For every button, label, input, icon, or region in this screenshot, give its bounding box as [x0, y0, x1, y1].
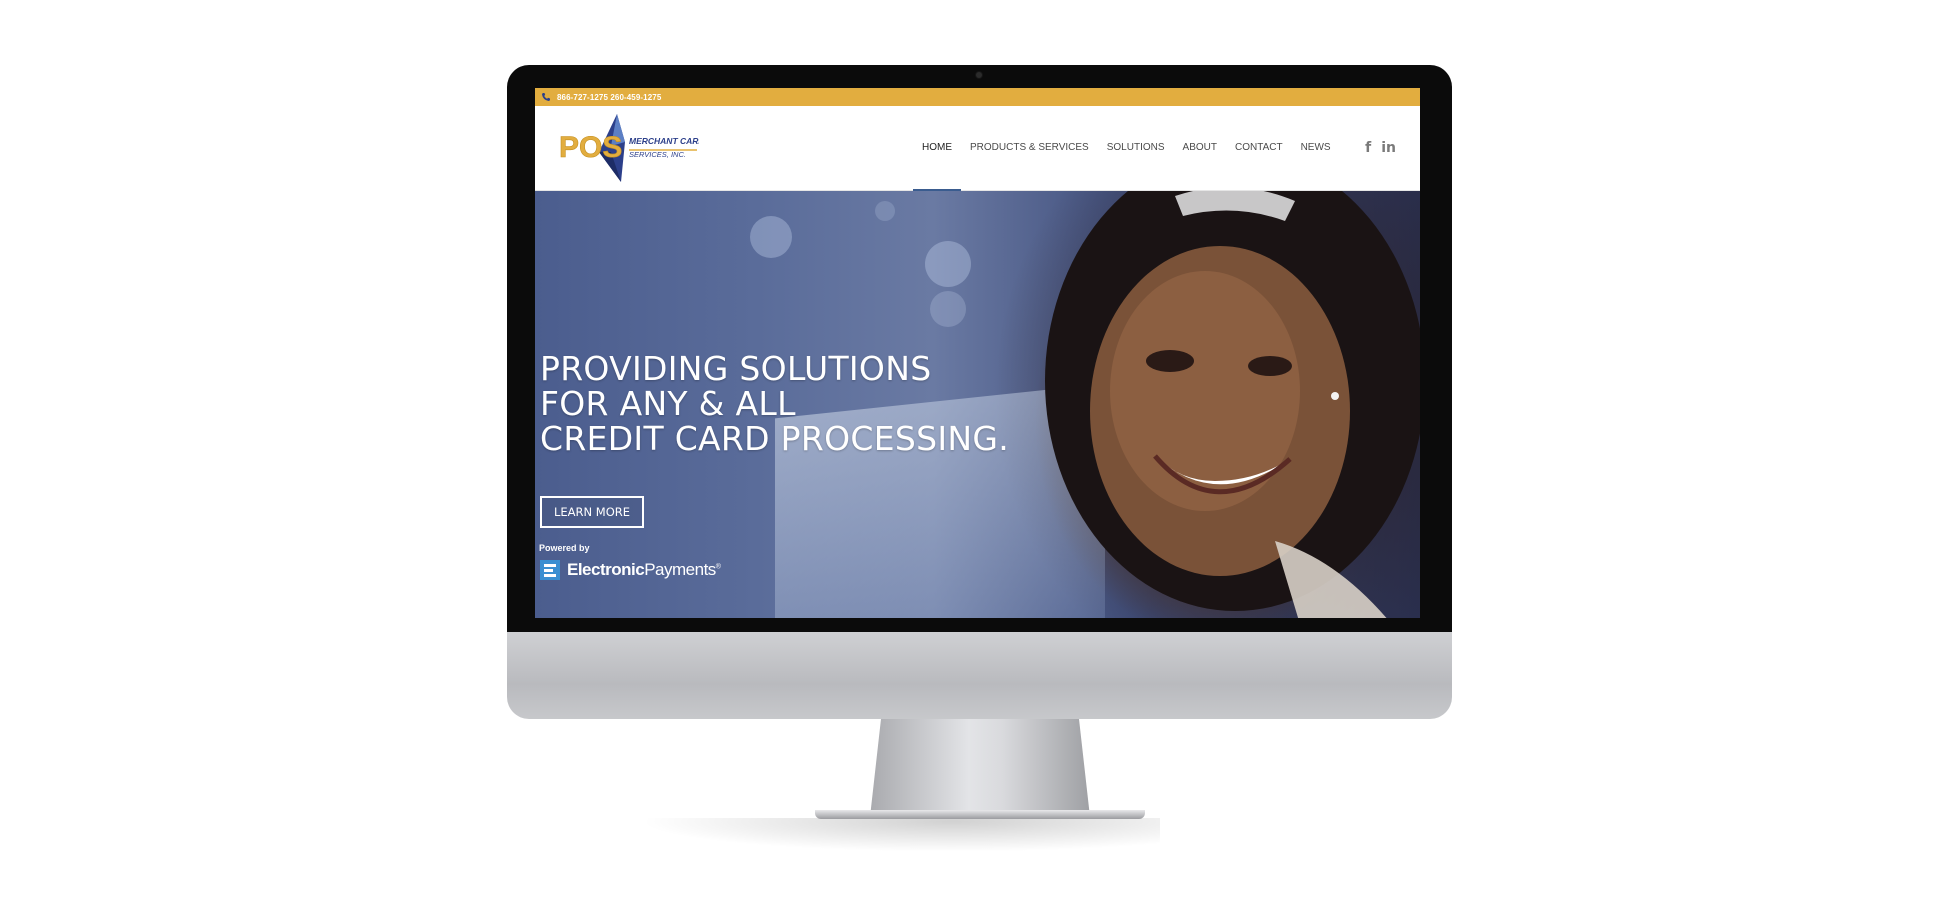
electronic-payments-icon: [540, 560, 560, 580]
stand-shadow: [640, 818, 1160, 852]
bokeh-light: [930, 291, 966, 327]
electronic-payments-text: ElectronicPayments®: [567, 560, 721, 580]
site-header: POS MERCHANT CARD SERVICES, INC. HOME PR…: [535, 106, 1420, 191]
phone-numbers[interactable]: 866-727-1275 260-459-1275: [557, 93, 661, 102]
hero-title: PROVIDING SOLUTIONS FOR ANY & ALL CREDIT…: [540, 351, 1009, 456]
main-nav: HOME PRODUCTS & SERVICES SOLUTIONS ABOUT…: [913, 106, 1340, 191]
logo-line2: SERVICES, INC.: [629, 150, 686, 159]
bokeh-light: [750, 216, 792, 258]
hero-title-line: CREDIT CARD PROCESSING.: [540, 419, 1010, 458]
social-links: f in: [1365, 106, 1396, 190]
ep-bold: Electronic: [567, 560, 645, 579]
monitor-foot: [815, 810, 1145, 819]
monitor-stand: [870, 719, 1090, 817]
pos-logo[interactable]: POS MERCHANT CARD SERVICES, INC.: [559, 112, 705, 184]
camera-dot: [976, 72, 982, 78]
logo-mark: POS: [559, 131, 622, 164]
monitor-chin: [507, 632, 1452, 719]
electronic-payments-logo[interactable]: ElectronicPayments®: [539, 559, 721, 581]
ep-light: Payments: [644, 560, 716, 579]
powered-by-label: Powered by: [539, 543, 590, 553]
hero-banner: PROVIDING SOLUTIONS FOR ANY & ALL CREDIT…: [535, 191, 1420, 618]
linkedin-icon[interactable]: in: [1381, 140, 1396, 156]
phone-icon: [541, 92, 551, 102]
hero-title-line: FOR ANY & ALL: [540, 384, 796, 423]
logo-line1: MERCHANT CARD: [629, 136, 699, 146]
facebook-icon[interactable]: f: [1365, 140, 1371, 156]
nav-news[interactable]: NEWS: [1292, 106, 1340, 190]
learn-more-button[interactable]: LEARN MORE: [540, 496, 644, 528]
ep-trademark: ®: [715, 563, 721, 571]
nav-home[interactable]: HOME: [913, 106, 961, 191]
website-screen: 866-727-1275 260-459-1275 POS MERCHANT C…: [535, 88, 1420, 618]
nav-contact[interactable]: CONTACT: [1226, 106, 1292, 190]
imac-mockup: 866-727-1275 260-459-1275 POS MERCHANT C…: [0, 0, 1940, 900]
nav-about[interactable]: ABOUT: [1174, 106, 1226, 190]
contact-topbar: 866-727-1275 260-459-1275: [535, 88, 1420, 106]
bokeh-light: [925, 241, 971, 287]
bokeh-light: [875, 201, 895, 221]
hero-title-line: PROVIDING SOLUTIONS: [540, 349, 932, 388]
nav-products-services[interactable]: PRODUCTS & SERVICES: [961, 106, 1098, 190]
nav-solutions[interactable]: SOLUTIONS: [1098, 106, 1174, 190]
smiling-woman-photo: [1045, 191, 1420, 618]
